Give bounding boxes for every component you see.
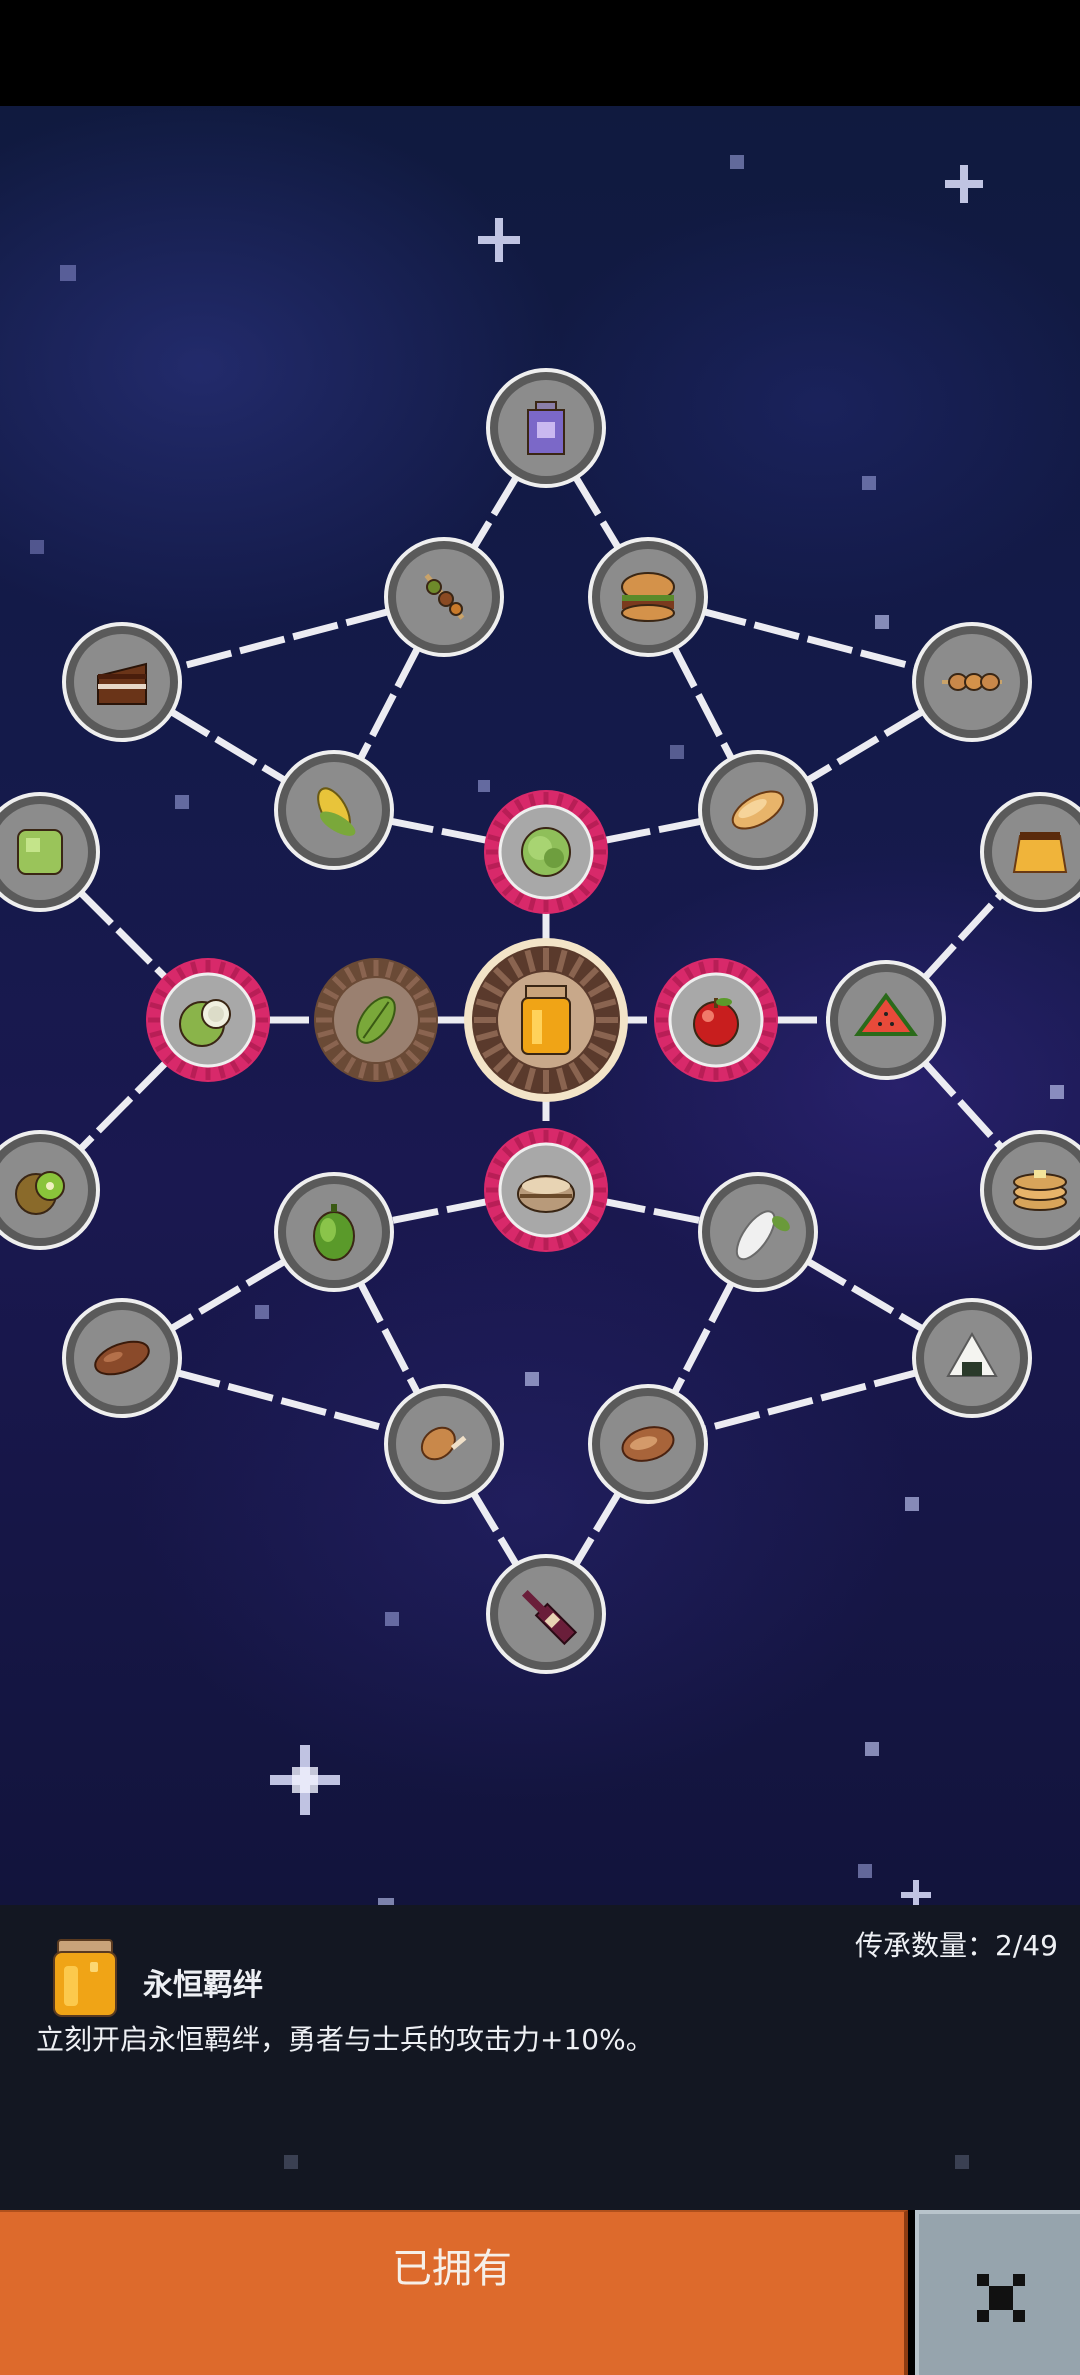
node-pancakes[interactable] bbox=[980, 1130, 1080, 1250]
node-coconut[interactable] bbox=[146, 958, 270, 1082]
node-pudding[interactable] bbox=[980, 792, 1080, 912]
node-bread[interactable] bbox=[698, 750, 818, 870]
node-leaf[interactable] bbox=[314, 958, 438, 1082]
node-cabbage[interactable] bbox=[484, 790, 608, 914]
cabbage-icon bbox=[521, 827, 571, 877]
node-bowl[interactable] bbox=[484, 1128, 608, 1252]
node-drumstick[interactable] bbox=[384, 1384, 504, 1504]
skewer-icon bbox=[942, 673, 1002, 691]
node-corn[interactable] bbox=[274, 750, 394, 870]
node-burger[interactable] bbox=[588, 537, 708, 657]
close-button[interactable] bbox=[915, 2210, 1080, 2375]
node-onigiri[interactable] bbox=[912, 1298, 1032, 1418]
node-steak[interactable] bbox=[588, 1384, 708, 1504]
node-pepper[interactable] bbox=[274, 1172, 394, 1292]
skill-tree-screen: { "panel": { "title": "永恒羁绊", "descripti… bbox=[0, 0, 1080, 2375]
pudding-icon bbox=[1012, 832, 1068, 873]
node-wine[interactable] bbox=[486, 1554, 606, 1674]
owned-button[interactable]: 已拥有 bbox=[0, 2210, 908, 2375]
close-icon bbox=[977, 2274, 1025, 2322]
node-potion-jar[interactable] bbox=[486, 368, 606, 488]
node-honey-jar[interactable] bbox=[464, 938, 628, 1102]
pancakes-icon bbox=[1013, 1170, 1067, 1211]
honey-jar-icon bbox=[521, 985, 571, 1055]
panel-dot bbox=[955, 2155, 969, 2169]
green-jelly-icon bbox=[17, 829, 63, 875]
bowl-icon bbox=[517, 1175, 575, 1213]
item-description: 立刻开启永恒羁绊，勇者与士兵的攻击力+10%。 bbox=[36, 2023, 654, 2056]
skill-nodes bbox=[0, 368, 1080, 1674]
node-radish[interactable] bbox=[698, 1172, 818, 1292]
skill-tree-graph bbox=[0, 155, 1080, 1905]
node-cake[interactable] bbox=[62, 622, 182, 742]
node-skewer[interactable] bbox=[912, 622, 1032, 742]
panel-dot bbox=[284, 2155, 298, 2169]
node-kebab[interactable] bbox=[384, 537, 504, 657]
node-apple[interactable] bbox=[654, 958, 778, 1082]
node-watermelon[interactable] bbox=[826, 960, 946, 1080]
node-jelly[interactable] bbox=[0, 792, 100, 912]
purple-potion-icon bbox=[527, 401, 565, 455]
owned-button-label: 已拥有 bbox=[392, 2246, 512, 2292]
honey-jar-icon bbox=[53, 1939, 117, 2017]
burger-icon bbox=[621, 572, 675, 622]
item-title: 永恒羁绊 bbox=[143, 1968, 263, 2003]
node-sausage[interactable] bbox=[62, 1298, 182, 1418]
node-kiwi[interactable] bbox=[0, 1130, 100, 1250]
inheritance-count: 传承数量：2/49 bbox=[855, 1929, 1058, 1962]
